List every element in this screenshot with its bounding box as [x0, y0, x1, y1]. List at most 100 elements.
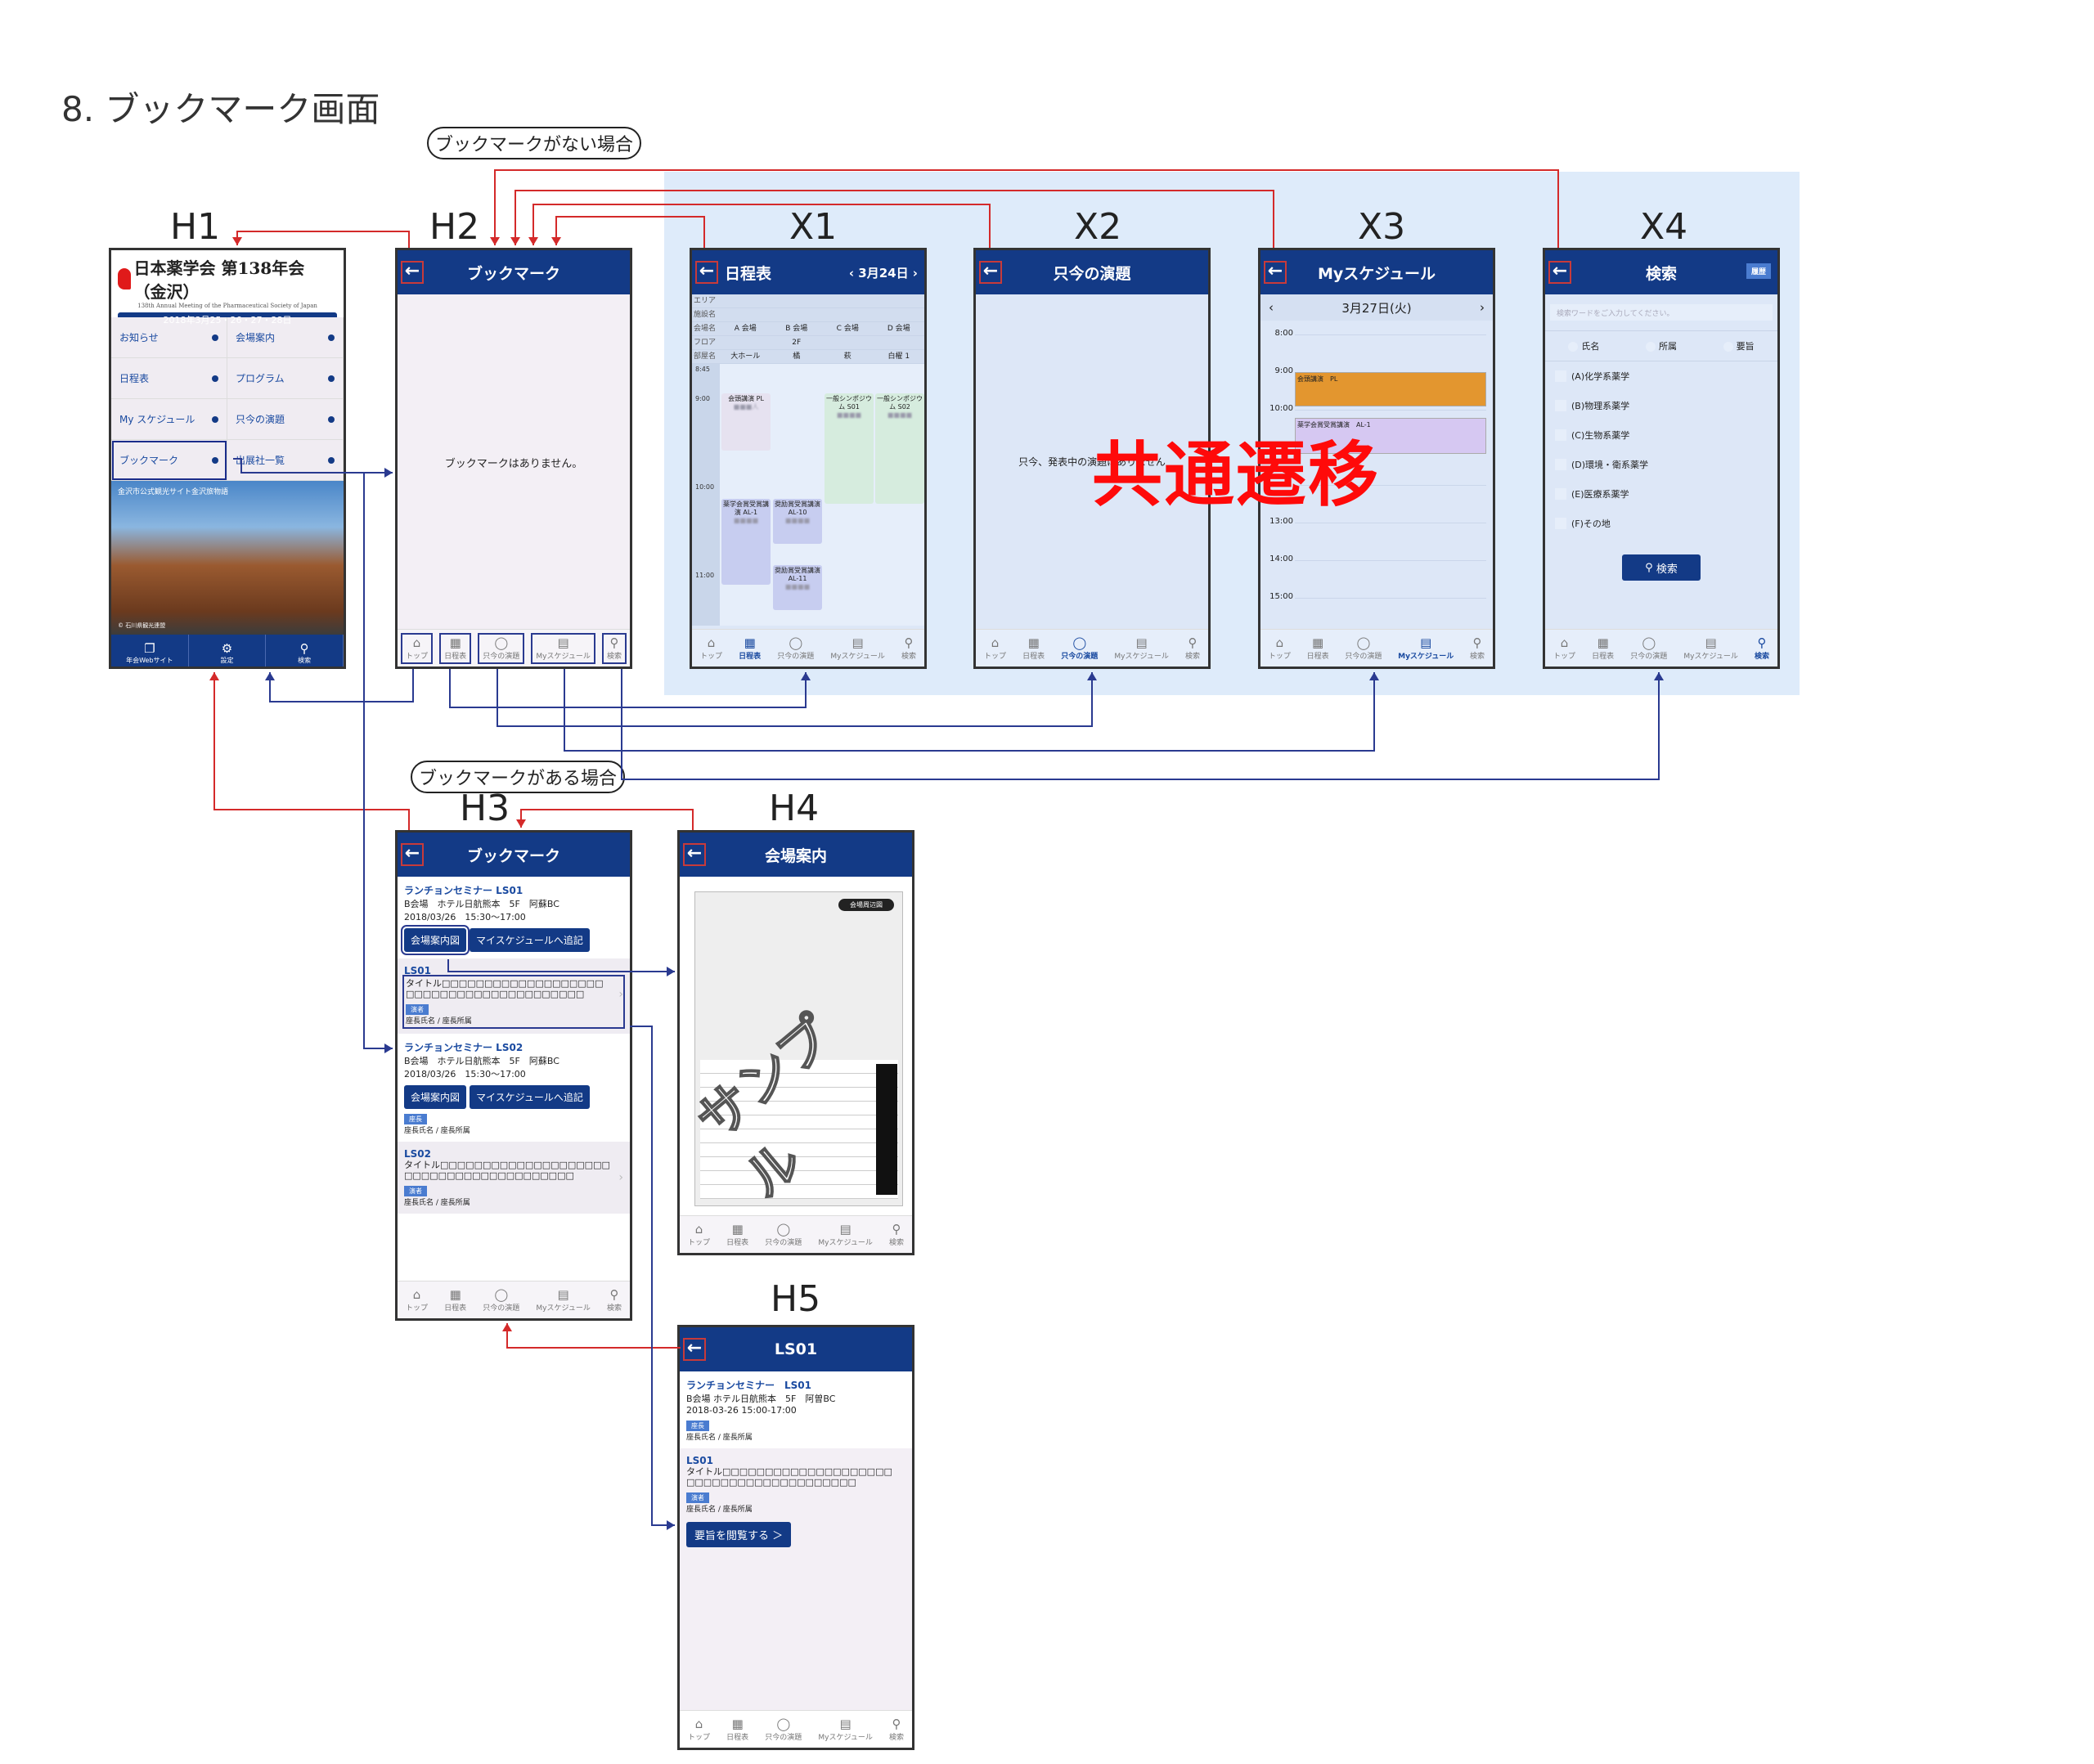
view-abstract-button[interactable]: 要旨を閲覧する ＞ [686, 1522, 792, 1547]
screen-label-x3: X3 [1358, 206, 1406, 248]
menu-item-exhibitors[interactable]: 出展社一覧 [227, 440, 344, 481]
history-button[interactable]: 履歴 [1746, 263, 1771, 279]
arrow-dot-icon [328, 415, 335, 423]
tab-speech-bubble[interactable]: ◯ 只今の演題 [1630, 635, 1667, 661]
tab-home[interactable]: ⌂ トップ [1553, 635, 1575, 661]
kanazawa-gate-photo[interactable]: 金沢市公式観光サイト金沢旅物語 © 石川県観光連盟 [111, 481, 344, 635]
tab-schedule-grid[interactable]: ▤ Myスケジュール [818, 1222, 872, 1247]
tab-speech-bubble[interactable]: ◯ 只今の演題 [765, 1717, 802, 1742]
menu-item-timetable[interactable]: 日程表 [111, 358, 227, 399]
tab-search[interactable]: ⚲ 検索 [1755, 635, 1769, 661]
tab-schedule-grid[interactable]: ▤ Myスケジュール [1398, 635, 1454, 661]
menu-label: プログラム [236, 373, 285, 384]
tab-calendar-clock[interactable]: ▦ 日程表 [1307, 635, 1329, 661]
back-arrow-icon[interactable]: ← [401, 843, 424, 866]
add-to-schedule-button[interactable]: マイスケジュールへ追記 [470, 928, 590, 952]
search-input[interactable]: 検索ワードをご入力してください。 [1550, 304, 1773, 321]
tab-schedule-grid[interactable]: ▤ Myスケジュール [1114, 635, 1168, 661]
radio-abstract[interactable]: 要旨 [1723, 339, 1755, 352]
tab-calendar-clock[interactable]: ▦ 日程表 [1022, 635, 1045, 661]
search-icon: ⚲ [892, 1221, 901, 1237]
event-block[interactable]: 奨励賞受賞講演 AL-10 ■■■■ [773, 499, 822, 544]
tab-search[interactable]: ⚲ 検索 [607, 1287, 622, 1313]
tab-schedule-grid[interactable]: ▤ Myスケジュール [531, 632, 595, 664]
tab-schedule-grid[interactable]: ▤ Myスケジュール [1683, 635, 1737, 661]
tab-home[interactable]: ⌂ トップ [688, 1717, 710, 1742]
website-button[interactable]: ❐ 年会Webサイト [111, 635, 189, 667]
tab-speech-bubble[interactable]: ◯ 只今の演題 [765, 1222, 802, 1247]
category-checkbox[interactable]: (C)生物系薬学 [1545, 420, 1777, 450]
tab-calendar-clock[interactable]: ▦ 日程表 [444, 1287, 466, 1313]
search-button[interactable]: ⚲ 検索 [266, 635, 344, 667]
tab-speech-bubble[interactable]: ◯ 只今の演題 [483, 1287, 519, 1313]
tab-search[interactable]: ⚲ 検索 [889, 1717, 904, 1742]
category-checkbox[interactable]: (B)物理系薬学 [1545, 391, 1777, 420]
tab-calendar-clock[interactable]: ▦ 日程表 [726, 1222, 748, 1247]
menu-item-venue-guide[interactable]: 会場案内 [227, 317, 344, 358]
next-day-button[interactable]: › [1480, 300, 1485, 315]
menu-item-my-schedule[interactable]: My スケジュール [111, 399, 227, 440]
menu-item-bookmark[interactable]: ブックマーク [111, 440, 227, 481]
tab-search[interactable]: ⚲ 検索 [1185, 635, 1200, 661]
tab-home[interactable]: ⌂ トップ [401, 632, 434, 664]
menu-item-news[interactable]: お知らせ [111, 317, 227, 358]
category-checkbox[interactable]: (E)医療系薬学 [1545, 479, 1777, 509]
tab-home[interactable]: ⌂ トップ [700, 635, 722, 661]
tab-home[interactable]: ⌂ トップ [688, 1222, 710, 1247]
tab-calendar-clock[interactable]: ▦ 日程表 [439, 632, 472, 664]
venue-map-image[interactable]: 会場周辺図 サンプル [685, 891, 903, 1210]
presentation-item[interactable]: LS01 タイトル□□□□□□□□□□□□□□□□□□□□□□□□□□□□□□□… [398, 958, 630, 1034]
back-arrow-icon[interactable]: ← [401, 261, 424, 284]
event-block[interactable]: 会頭講演 PL ■■■人 [721, 393, 771, 451]
settings-button[interactable]: ⚙ 設定 [189, 635, 267, 667]
search-submit-button[interactable]: ⚲ 検索 [1622, 554, 1701, 581]
tab-speech-bubble[interactable]: ◯ 只今の演題 [1061, 635, 1098, 661]
venue-map-button[interactable]: 会場案内図 [404, 1085, 467, 1109]
radio-name[interactable]: 氏名 [1568, 339, 1599, 352]
schedule-event[interactable]: 会頭講演 PL [1295, 372, 1486, 406]
tab-home[interactable]: ⌂ トップ [984, 635, 1006, 661]
category-checkbox[interactable]: (A)化学系薬学 [1545, 361, 1777, 391]
tab-search[interactable]: ⚲ 検索 [1470, 635, 1485, 661]
venue-map-button[interactable]: 会場案内図 [400, 925, 470, 955]
tab-schedule-grid[interactable]: ▤ Myスケジュール [818, 1717, 872, 1742]
back-arrow-icon[interactable]: ← [1548, 261, 1571, 284]
category-checkbox[interactable]: (F)その地 [1545, 509, 1777, 538]
tab-search[interactable]: ⚲ 検索 [889, 1221, 904, 1247]
event-block[interactable]: 一般シンポジウム S02 ■■■■ [875, 393, 924, 504]
back-arrow-icon[interactable]: ← [695, 261, 718, 284]
event-block[interactable]: 薬学会賞受賞講演 AL-1 ■■■■ [721, 499, 771, 585]
tab-home[interactable]: ⌂ トップ [406, 1287, 428, 1313]
event-block[interactable]: 奨励賞受賞講演 AL-11 ■■■■ [773, 565, 822, 610]
back-arrow-icon[interactable]: ← [683, 843, 706, 866]
photo-credit: © 石川県観光連盟 [118, 622, 166, 629]
tab-schedule-grid[interactable]: ▤ Myスケジュール [536, 1287, 590, 1313]
tab-search[interactable]: ⚲ 検索 [601, 632, 627, 664]
back-arrow-icon[interactable]: ← [683, 1338, 706, 1361]
event-block[interactable]: 一般シンポジウム S01 ■■■■ [825, 393, 874, 504]
category-checkbox[interactable]: (D)環境・衛系薬学 [1545, 450, 1777, 479]
society-logo-icon [118, 268, 131, 290]
presentation-item[interactable]: LS02 タイトル□□□□□□□□□□□□□□□□□□□□□□□□□□□□□□□… [398, 1142, 630, 1214]
prev-day-button[interactable]: ‹ [1269, 300, 1274, 315]
arrow-dot-icon [212, 456, 218, 464]
tab-search[interactable]: ⚲ 検索 [901, 635, 916, 661]
back-arrow-icon[interactable]: ← [1264, 261, 1287, 284]
tab-speech-bubble[interactable]: ◯ 只今の演題 [478, 632, 525, 664]
menu-item-program[interactable]: プログラム [227, 358, 344, 399]
tab-calendar-clock[interactable]: ▦ 日程表 [726, 1717, 748, 1742]
back-arrow-icon[interactable]: ← [979, 261, 1002, 284]
home-icon: ⌂ [1275, 635, 1284, 650]
menu-item-now-presenting[interactable]: 只今の演題 [227, 399, 344, 440]
date-switcher[interactable]: ‹ 3月24日 › [849, 264, 918, 281]
tab-speech-bubble[interactable]: ◯ 只今の演題 [777, 635, 814, 661]
hall-name: B 会場 [785, 325, 808, 333]
radio-affiliation[interactable]: 所属 [1646, 339, 1677, 352]
tab-speech-bubble[interactable]: ◯ 只今の演題 [1345, 635, 1382, 661]
tab-home[interactable]: ⌂ トップ [1269, 635, 1291, 661]
tab-calendar-clock[interactable]: ▦ 日程表 [1592, 635, 1614, 661]
tourism-link[interactable]: 金沢市公式観光サイト金沢旅物語 [118, 486, 228, 496]
tab-calendar-clock[interactable]: ▦ 日程表 [739, 635, 761, 661]
tab-schedule-grid[interactable]: ▤ Myスケジュール [830, 635, 884, 661]
add-to-schedule-button[interactable]: マイスケジュールへ追記 [470, 1085, 590, 1109]
